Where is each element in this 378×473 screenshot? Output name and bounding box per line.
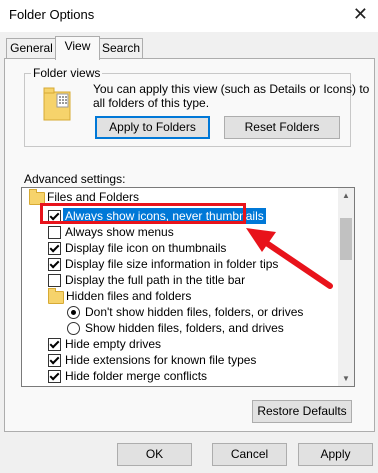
folder-views-description-1: You can apply this view (such as Details…	[93, 82, 370, 96]
vertical-scrollbar[interactable]: ▲ ▼	[338, 188, 354, 386]
tab-view[interactable]: View	[55, 36, 100, 60]
folder-icon	[48, 288, 64, 304]
apply-to-folders-button[interactable]: Apply to Folders	[95, 116, 210, 139]
advanced-settings-label: Advanced settings:	[24, 172, 126, 186]
reset-folders-button[interactable]: Reset Folders	[224, 116, 340, 139]
hide-extensions-checkbox[interactable]	[48, 354, 61, 367]
scrollbar-thumb[interactable]	[340, 218, 352, 260]
title-bar: Folder Options ✕	[0, 0, 378, 32]
annotation-highlight-box	[40, 203, 246, 224]
annotation-arrow-icon	[246, 228, 333, 289]
tab-search[interactable]: Search	[99, 38, 143, 58]
apply-button[interactable]: Apply	[298, 443, 373, 466]
scroll-up-icon[interactable]: ▲	[342, 191, 350, 200]
display-full-path-checkbox[interactable]	[48, 274, 61, 287]
tab-general[interactable]: General	[6, 38, 57, 58]
restore-defaults-button[interactable]: Restore Defaults	[252, 400, 352, 423]
cancel-button[interactable]: Cancel	[212, 443, 287, 466]
scroll-down-icon[interactable]: ▼	[342, 374, 350, 383]
hide-folder-merge-checkbox[interactable]	[48, 370, 61, 383]
always-show-menus-checkbox[interactable]	[48, 226, 61, 239]
hide-empty-drives-checkbox[interactable]	[48, 338, 61, 351]
ok-button[interactable]: OK	[117, 443, 192, 466]
folder-views-legend: Folder views	[31, 66, 103, 80]
folder-views-description-2: all folders of this type.	[93, 96, 210, 110]
dont-show-hidden-radio[interactable]	[67, 306, 80, 319]
show-hidden-radio[interactable]	[67, 322, 80, 335]
close-icon[interactable]: ✕	[353, 5, 368, 23]
folder-views-icon	[43, 86, 73, 122]
display-file-size-checkbox[interactable]	[48, 258, 61, 271]
display-file-icon-checkbox[interactable]	[48, 242, 61, 255]
window-title: Folder Options	[9, 7, 95, 22]
